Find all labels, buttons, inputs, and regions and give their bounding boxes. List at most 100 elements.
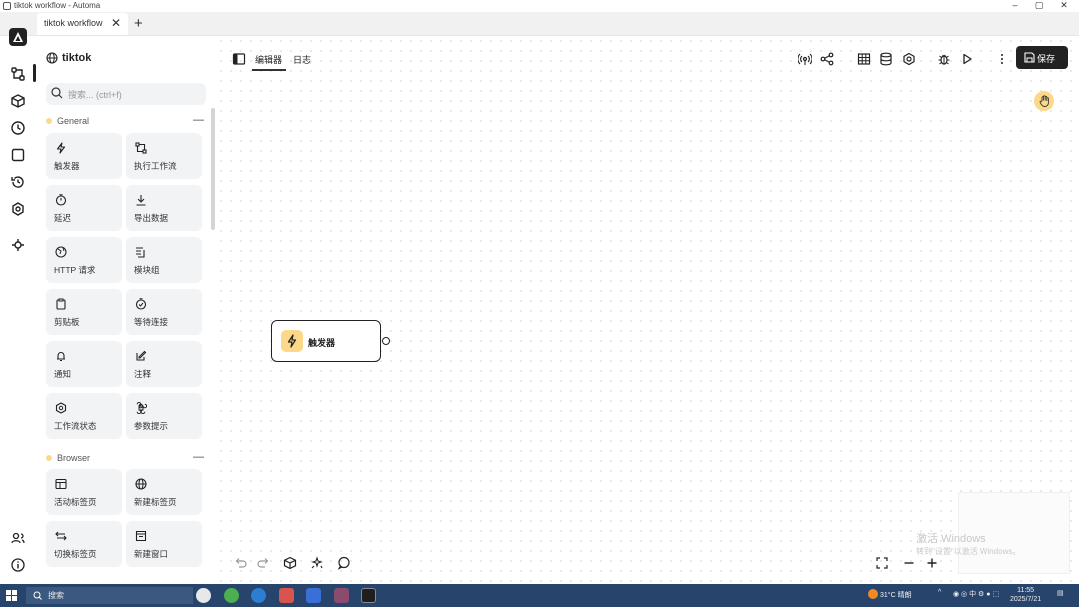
block-wait-connections[interactable]: 等待连接 bbox=[126, 289, 202, 335]
table-icon[interactable] bbox=[857, 52, 871, 66]
more-vertical-icon[interactable] bbox=[995, 52, 1009, 66]
timer-check-icon bbox=[135, 298, 147, 310]
history-icon[interactable] bbox=[10, 174, 26, 190]
auto-arrange-icon[interactable] bbox=[310, 556, 324, 570]
workflow-icon[interactable] bbox=[10, 66, 26, 82]
block-group-icon bbox=[136, 247, 145, 258]
group-header-browser[interactable]: Browser — bbox=[46, 451, 206, 463]
database-icon[interactable] bbox=[879, 52, 893, 66]
workflow-name: tiktok bbox=[62, 52, 92, 64]
save-label: 保存 bbox=[1037, 54, 1056, 64]
block-new-window[interactable]: 新建窗口 bbox=[126, 521, 202, 567]
community-icon[interactable] bbox=[10, 530, 26, 546]
workflow-canvas[interactable]: 编辑器 日志 保存 触发器 激活 Windows 转到"设置"以激活 Windo… bbox=[216, 36, 1079, 584]
block-block-group[interactable]: 模块组 bbox=[126, 237, 202, 283]
comment-icon[interactable] bbox=[337, 556, 351, 570]
block-label: 注释 bbox=[134, 369, 152, 379]
storage-icon[interactable] bbox=[10, 147, 26, 163]
info-icon[interactable] bbox=[10, 557, 26, 573]
block-label: 活动标签页 bbox=[54, 497, 97, 507]
window-titlebar: tiktok workflow - Automa – ▢ ✕ bbox=[0, 0, 1079, 12]
block-workflow-state[interactable]: 工作流状态 bbox=[46, 393, 122, 439]
browser-icon[interactable] bbox=[251, 588, 266, 603]
package-icon[interactable] bbox=[10, 93, 26, 109]
collapse-icon[interactable]: — bbox=[193, 451, 204, 463]
zoom-out-icon[interactable] bbox=[902, 556, 916, 570]
block-export-data[interactable]: 导出数据 bbox=[126, 185, 202, 231]
app-blue-icon[interactable] bbox=[306, 588, 321, 603]
bolt-icon bbox=[56, 142, 66, 154]
wechat-icon[interactable] bbox=[224, 588, 239, 603]
new-tab-button[interactable]: + bbox=[134, 15, 143, 32]
share-icon[interactable] bbox=[820, 52, 834, 66]
chrome-icon[interactable] bbox=[196, 588, 211, 603]
swap-icon bbox=[55, 531, 67, 541]
automa-logo[interactable] bbox=[9, 28, 27, 46]
close-window-button[interactable]: ✕ bbox=[1057, 0, 1071, 11]
schedule-icon[interactable] bbox=[10, 120, 26, 136]
command-icon bbox=[136, 402, 147, 414]
block-switch-tab[interactable]: 切换标签页 bbox=[46, 521, 122, 567]
block-trigger[interactable]: 触发器 bbox=[46, 133, 122, 179]
node-icon-badge bbox=[281, 330, 303, 352]
play-icon[interactable] bbox=[960, 52, 974, 66]
app-red-icon[interactable] bbox=[279, 588, 294, 603]
tab-logs[interactable]: 日志 bbox=[293, 53, 311, 66]
debug-icon[interactable] bbox=[937, 52, 951, 66]
collapse-icon[interactable]: — bbox=[193, 114, 204, 126]
minimize-button[interactable]: – bbox=[1008, 0, 1022, 10]
notification-icon[interactable]: ▤ bbox=[1057, 589, 1064, 597]
tray-overflow-icon[interactable]: ^ bbox=[938, 589, 941, 596]
block-active-tab[interactable]: 活动标签页 bbox=[46, 469, 122, 515]
block-execute-workflow[interactable]: 执行工作流 bbox=[126, 133, 202, 179]
block-label: HTTP 请求 bbox=[54, 265, 96, 275]
block-note[interactable]: 注释 bbox=[126, 341, 202, 387]
save-button[interactable]: 保存 bbox=[1016, 46, 1068, 69]
app-purple-icon[interactable] bbox=[334, 588, 349, 603]
tab-close-icon[interactable]: ✕ bbox=[111, 16, 121, 30]
ime-indicator: 中 bbox=[969, 591, 977, 598]
tray-icons[interactable]: ◉ ◎ 中 ⚙ ● ⬚ bbox=[953, 589, 999, 599]
weather-widget[interactable]: 31°C 晴朗 bbox=[868, 589, 912, 600]
tab-tiktok-workflow[interactable]: tiktok workflow ✕ bbox=[37, 13, 128, 35]
sidebar-scrollbar[interactable] bbox=[211, 108, 215, 230]
maximize-button[interactable]: ▢ bbox=[1032, 0, 1046, 11]
extension-icon[interactable] bbox=[10, 237, 26, 253]
automa-taskbar-icon[interactable] bbox=[361, 588, 376, 603]
broadcast-icon[interactable] bbox=[798, 52, 812, 66]
block-delay[interactable]: 延迟 bbox=[46, 185, 122, 231]
zoom-in-icon[interactable] bbox=[925, 556, 939, 570]
block-label: 剪贴板 bbox=[54, 317, 80, 327]
clipboard-icon bbox=[56, 298, 66, 310]
group-header-general[interactable]: General — bbox=[46, 114, 206, 126]
fullscreen-icon[interactable] bbox=[875, 556, 889, 570]
tab-editor[interactable]: 编辑器 bbox=[255, 53, 282, 66]
package-icon[interactable] bbox=[283, 556, 297, 570]
taskbar-search-box[interactable]: 搜索 bbox=[26, 587, 193, 604]
undo-icon[interactable] bbox=[234, 556, 248, 570]
block-new-tab[interactable]: 新建标签页 bbox=[126, 469, 202, 515]
activation-watermark-title: 激活 Windows bbox=[916, 533, 986, 545]
system-clock[interactable]: 11:55 2025/7/21 bbox=[1010, 586, 1041, 604]
taskbar-search-text: 搜索 bbox=[48, 591, 64, 600]
redo-icon[interactable] bbox=[256, 556, 270, 570]
toggle-sidebar-icon[interactable] bbox=[232, 52, 246, 66]
node-output-handle[interactable] bbox=[382, 337, 390, 345]
block-http-request[interactable]: HTTP 请求 bbox=[46, 237, 122, 283]
weather-text: 31°C 晴朗 bbox=[880, 592, 912, 599]
windows-start-icon[interactable] bbox=[6, 590, 17, 601]
settings-icon[interactable] bbox=[10, 201, 26, 217]
settings-icon[interactable] bbox=[902, 52, 916, 66]
globe-icon bbox=[135, 478, 147, 490]
pan-mode-button[interactable] bbox=[1034, 91, 1054, 111]
block-label: 执行工作流 bbox=[134, 161, 177, 171]
windows-taskbar: 搜索 31°C 晴朗 ^ ◉ ◎ 中 ⚙ ● ⬚ 11:55 2025/7/21… bbox=[0, 584, 1079, 607]
timer-icon bbox=[55, 194, 67, 206]
blocks-search-input[interactable]: 搜索... (ctrl+f) bbox=[46, 83, 206, 105]
trigger-node[interactable]: 触发器 bbox=[271, 320, 381, 362]
block-parameter-prompt[interactable]: 参数提示 bbox=[126, 393, 202, 439]
active-tab-underline bbox=[252, 69, 286, 71]
block-clipboard[interactable]: 剪贴板 bbox=[46, 289, 122, 335]
search-icon bbox=[51, 87, 63, 99]
block-notification[interactable]: 通知 bbox=[46, 341, 122, 387]
